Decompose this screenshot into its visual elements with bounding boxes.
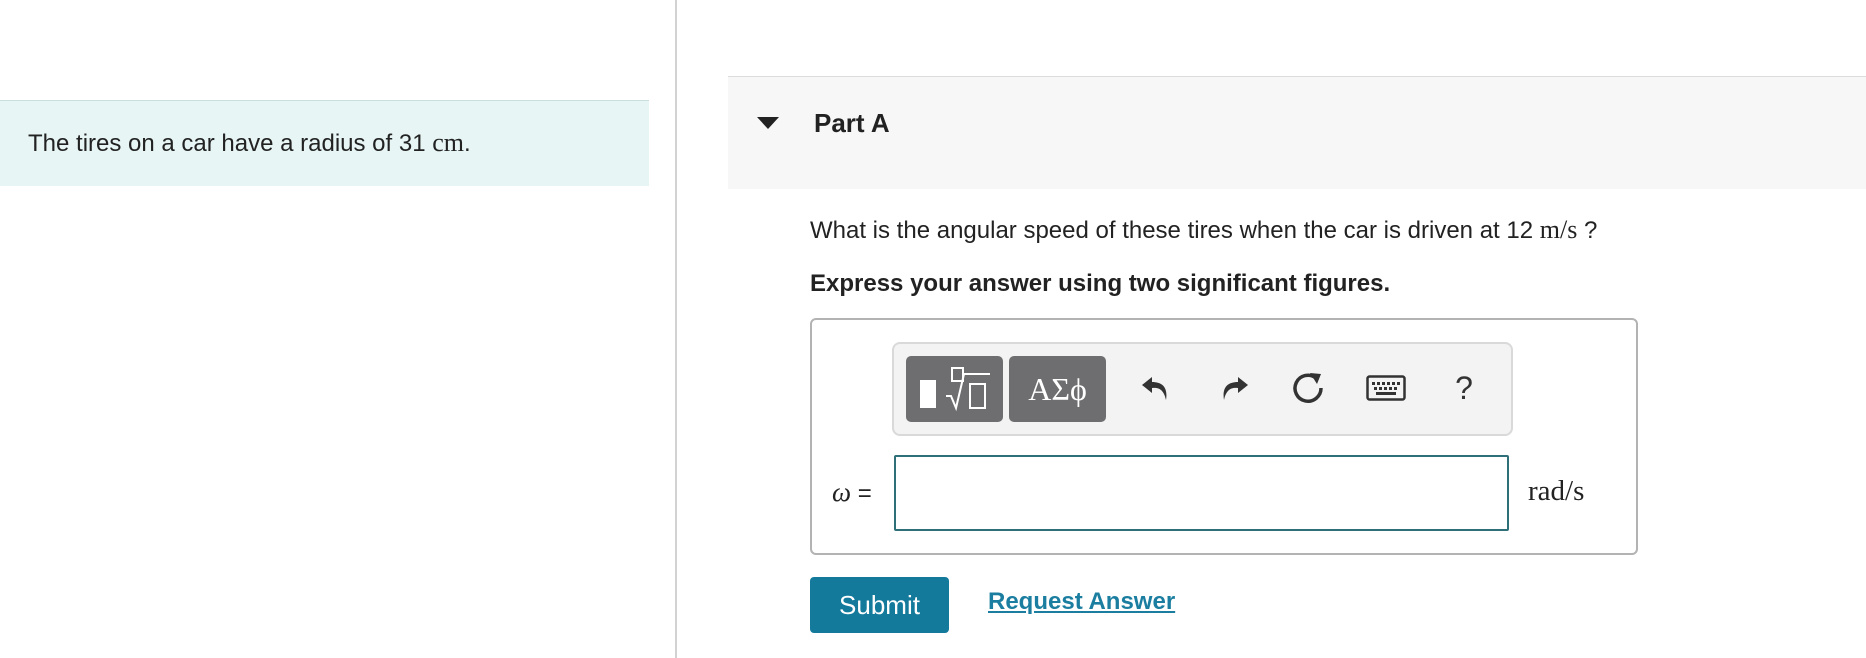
equals-sign: = bbox=[851, 480, 872, 507]
instruction-text: Express your answer using two significan… bbox=[810, 270, 1391, 297]
problem-text-after: . bbox=[464, 130, 471, 157]
answer-box: ΑΣϕ ? ω = rad/s bbox=[810, 318, 1638, 555]
page: The tires on a car have a radius of 31 c… bbox=[0, 0, 1866, 658]
reset-glyph bbox=[1293, 373, 1323, 403]
answer-variable-label: ω = bbox=[832, 477, 872, 508]
problem-statement-box: The tires on a car have a radius of 31 c… bbox=[0, 100, 649, 186]
redo-glyph bbox=[1223, 377, 1248, 400]
greek-symbols-button[interactable]: ΑΣϕ bbox=[1009, 356, 1106, 422]
answer-units: rad/s bbox=[1528, 475, 1585, 507]
problem-text-before: The tires on a car have a radius of 31 bbox=[28, 130, 433, 157]
reset-icon[interactable] bbox=[1287, 366, 1331, 410]
answer-input[interactable] bbox=[894, 455, 1509, 531]
keyboard-glyph bbox=[1366, 375, 1406, 401]
collapse-caret-icon[interactable] bbox=[757, 117, 779, 129]
question-text-before: What is the angular speed of these tires… bbox=[810, 217, 1540, 244]
submit-button[interactable]: Submit bbox=[810, 577, 949, 633]
question-text-after: ? bbox=[1577, 217, 1598, 244]
question-unit: m/s bbox=[1539, 215, 1578, 244]
undo-icon[interactable] bbox=[1134, 366, 1178, 410]
help-icon[interactable]: ? bbox=[1442, 366, 1486, 410]
problem-statement: The tires on a car have a radius of 31 c… bbox=[28, 128, 471, 159]
problem-panel: The tires on a car have a radius of 31 c… bbox=[0, 0, 676, 658]
request-answer-link[interactable]: Request Answer bbox=[988, 588, 1175, 616]
part-header[interactable]: Part A bbox=[728, 76, 1866, 189]
omega-symbol: ω bbox=[832, 477, 852, 507]
equation-toolbar: ΑΣϕ ? bbox=[892, 342, 1513, 436]
panel-divider bbox=[675, 0, 677, 658]
templates-button[interactable] bbox=[906, 356, 1003, 422]
redo-icon[interactable] bbox=[1212, 366, 1256, 410]
part-title: Part A bbox=[814, 108, 890, 138]
problem-unit: cm bbox=[432, 128, 464, 157]
question-text: What is the angular speed of these tires… bbox=[810, 214, 1597, 247]
undo-glyph bbox=[1142, 377, 1167, 400]
templates-icon bbox=[920, 367, 990, 412]
keyboard-icon[interactable] bbox=[1364, 366, 1408, 410]
